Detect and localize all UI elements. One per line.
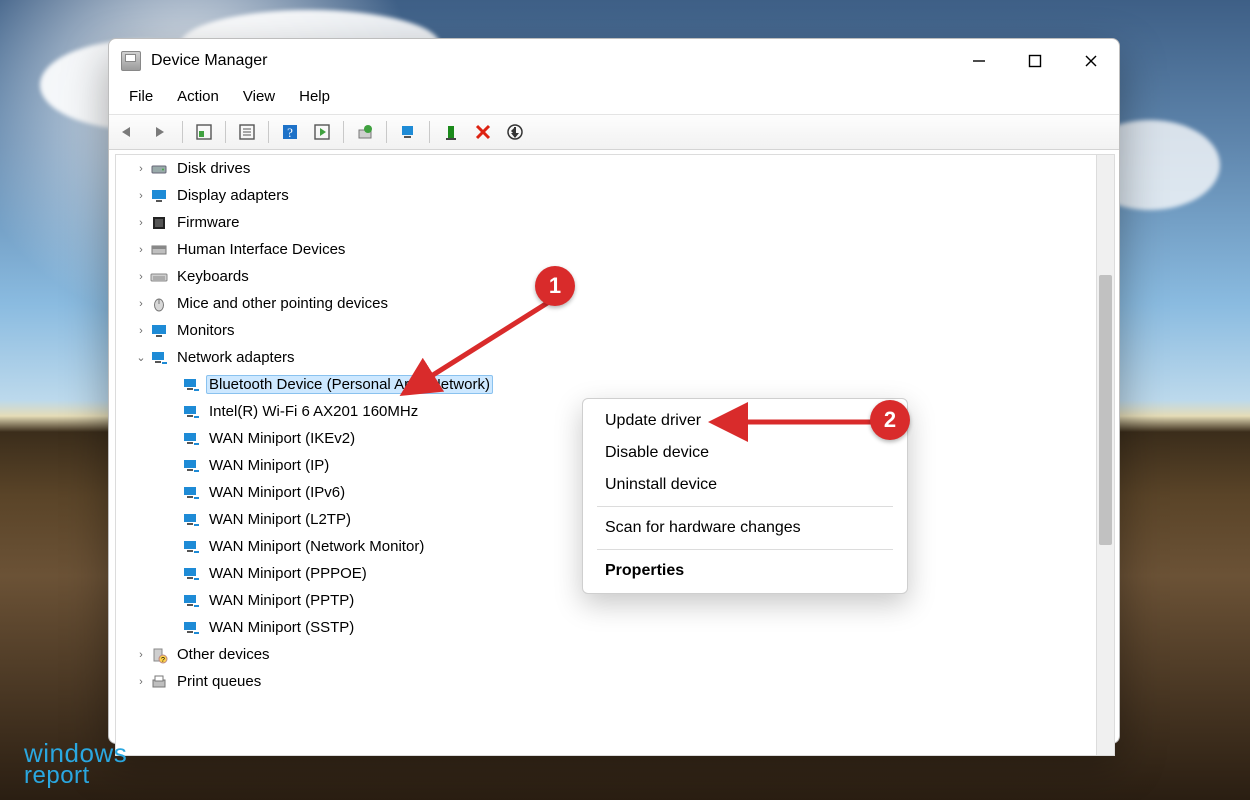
context-menu-item[interactable]: Disable device xyxy=(583,437,907,469)
disk-icon xyxy=(150,160,168,178)
tree-category[interactable]: › Monitors xyxy=(116,317,1096,344)
tree-item-label: WAN Miniport (IP) xyxy=(206,456,332,475)
tree-category-label: Display adapters xyxy=(174,186,292,205)
maximize-button[interactable] xyxy=(1007,39,1063,83)
context-menu-separator xyxy=(597,549,893,550)
expand-icon[interactable]: › xyxy=(134,325,148,337)
network-icon xyxy=(182,565,200,583)
add-legacy-button[interactable] xyxy=(501,118,529,146)
network-icon xyxy=(182,430,200,448)
expand-icon[interactable]: › xyxy=(134,298,148,310)
context-menu-item[interactable]: Properties xyxy=(583,555,907,587)
disable-device-button[interactable] xyxy=(394,118,422,146)
display-icon xyxy=(150,187,168,205)
tree-item-label: WAN Miniport (SSTP) xyxy=(206,618,357,637)
network-icon xyxy=(182,592,200,610)
expand-icon[interactable]: › xyxy=(134,163,148,175)
tree-category[interactable]: › Display adapters xyxy=(116,182,1096,209)
forward-button[interactable] xyxy=(147,118,175,146)
tree-category[interactable]: › Mice and other pointing devices xyxy=(116,290,1096,317)
device-manager-window: Device Manager File Action View Help ? xyxy=(108,38,1120,744)
tree-item[interactable]: Bluetooth Device (Personal Area Network) xyxy=(116,371,1096,398)
tree-category-label: Monitors xyxy=(174,321,238,340)
monitor-icon xyxy=(150,322,168,340)
context-menu-item[interactable]: Uninstall device xyxy=(583,469,907,501)
firmware-icon xyxy=(150,214,168,232)
network-icon xyxy=(182,403,200,421)
tree-category[interactable]: › Keyboards xyxy=(116,263,1096,290)
tree-category-label: Network adapters xyxy=(174,348,298,367)
menu-action[interactable]: Action xyxy=(167,85,229,108)
tree-item-label: WAN Miniport (PPPOE) xyxy=(206,564,370,583)
show-hidden-button[interactable] xyxy=(190,118,218,146)
tree-item-label: Intel(R) Wi-Fi 6 AX201 160MHz xyxy=(206,402,421,421)
other-icon: ? xyxy=(150,646,168,664)
window-title: Device Manager xyxy=(151,52,268,70)
tree-category[interactable]: › Disk drives xyxy=(116,155,1096,182)
menu-view[interactable]: View xyxy=(233,85,285,108)
hid-icon xyxy=(150,241,168,259)
toolbar: ? xyxy=(109,114,1119,150)
app-icon xyxy=(121,51,141,71)
titlebar[interactable]: Device Manager xyxy=(109,39,1119,83)
expand-icon[interactable]: ⌄ xyxy=(134,351,148,364)
tree-category-label: Keyboards xyxy=(174,267,252,286)
tree-item-label: WAN Miniport (PPTP) xyxy=(206,591,357,610)
expand-icon[interactable]: › xyxy=(134,217,148,229)
svg-text:?: ? xyxy=(161,657,165,664)
network-icon xyxy=(182,511,200,529)
tree-item[interactable]: WAN Miniport (SSTP) xyxy=(116,614,1096,641)
tree-category-label: Disk drives xyxy=(174,159,253,178)
expand-icon[interactable]: › xyxy=(134,190,148,202)
mouse-icon xyxy=(150,295,168,313)
menubar: File Action View Help xyxy=(109,83,1119,114)
context-menu-item[interactable]: Scan for hardware changes xyxy=(583,512,907,544)
network-icon xyxy=(182,457,200,475)
help-button[interactable]: ? xyxy=(276,118,304,146)
network-icon xyxy=(182,538,200,556)
tree-category[interactable]: › Print queues xyxy=(116,668,1096,695)
enable-device-button[interactable] xyxy=(437,118,465,146)
svg-text:?: ? xyxy=(287,125,293,140)
annotation-badge-1: 1 xyxy=(535,266,575,306)
network-icon xyxy=(182,376,200,394)
expand-icon[interactable]: › xyxy=(134,676,148,688)
keyboard-icon xyxy=(150,268,168,286)
expand-icon[interactable]: › xyxy=(134,244,148,256)
context-menu-separator xyxy=(597,506,893,507)
properties-button[interactable] xyxy=(233,118,261,146)
printq-icon xyxy=(150,673,168,691)
network-icon xyxy=(182,619,200,637)
tree-item-label: WAN Miniport (IPv6) xyxy=(206,483,348,502)
vertical-scrollbar[interactable] xyxy=(1096,154,1115,756)
network-icon xyxy=(182,484,200,502)
annotation-badge-2: 2 xyxy=(870,400,910,440)
close-button[interactable] xyxy=(1063,39,1119,83)
tree-category[interactable]: › Firmware xyxy=(116,209,1096,236)
watermark: windows report xyxy=(24,741,127,788)
tree-category[interactable]: ›? Other devices xyxy=(116,641,1096,668)
tree-category-label: Firmware xyxy=(174,213,243,232)
tree-item-label: WAN Miniport (IKEv2) xyxy=(206,429,358,448)
tree-item-label: WAN Miniport (Network Monitor) xyxy=(206,537,427,556)
expand-icon[interactable]: › xyxy=(134,649,148,661)
tree-category[interactable]: ⌄ Network adapters xyxy=(116,344,1096,371)
expand-icon[interactable]: › xyxy=(134,271,148,283)
tree-category-label: Print queues xyxy=(174,672,264,691)
tree-category-label: Mice and other pointing devices xyxy=(174,294,391,313)
update-driver-button[interactable] xyxy=(351,118,379,146)
scrollbar-thumb[interactable] xyxy=(1099,275,1112,545)
tree-category[interactable]: › Human Interface Devices xyxy=(116,236,1096,263)
back-button[interactable] xyxy=(115,118,143,146)
menu-file[interactable]: File xyxy=(119,85,163,108)
scan-button[interactable] xyxy=(308,118,336,146)
network-icon xyxy=(150,349,168,367)
tree-category-label: Human Interface Devices xyxy=(174,240,348,259)
tree-item-label: WAN Miniport (L2TP) xyxy=(206,510,354,529)
menu-help[interactable]: Help xyxy=(289,85,340,108)
watermark-line2: report xyxy=(24,765,127,788)
uninstall-device-button[interactable] xyxy=(469,118,497,146)
tree-category-label: Other devices xyxy=(174,645,273,664)
minimize-button[interactable] xyxy=(951,39,1007,83)
